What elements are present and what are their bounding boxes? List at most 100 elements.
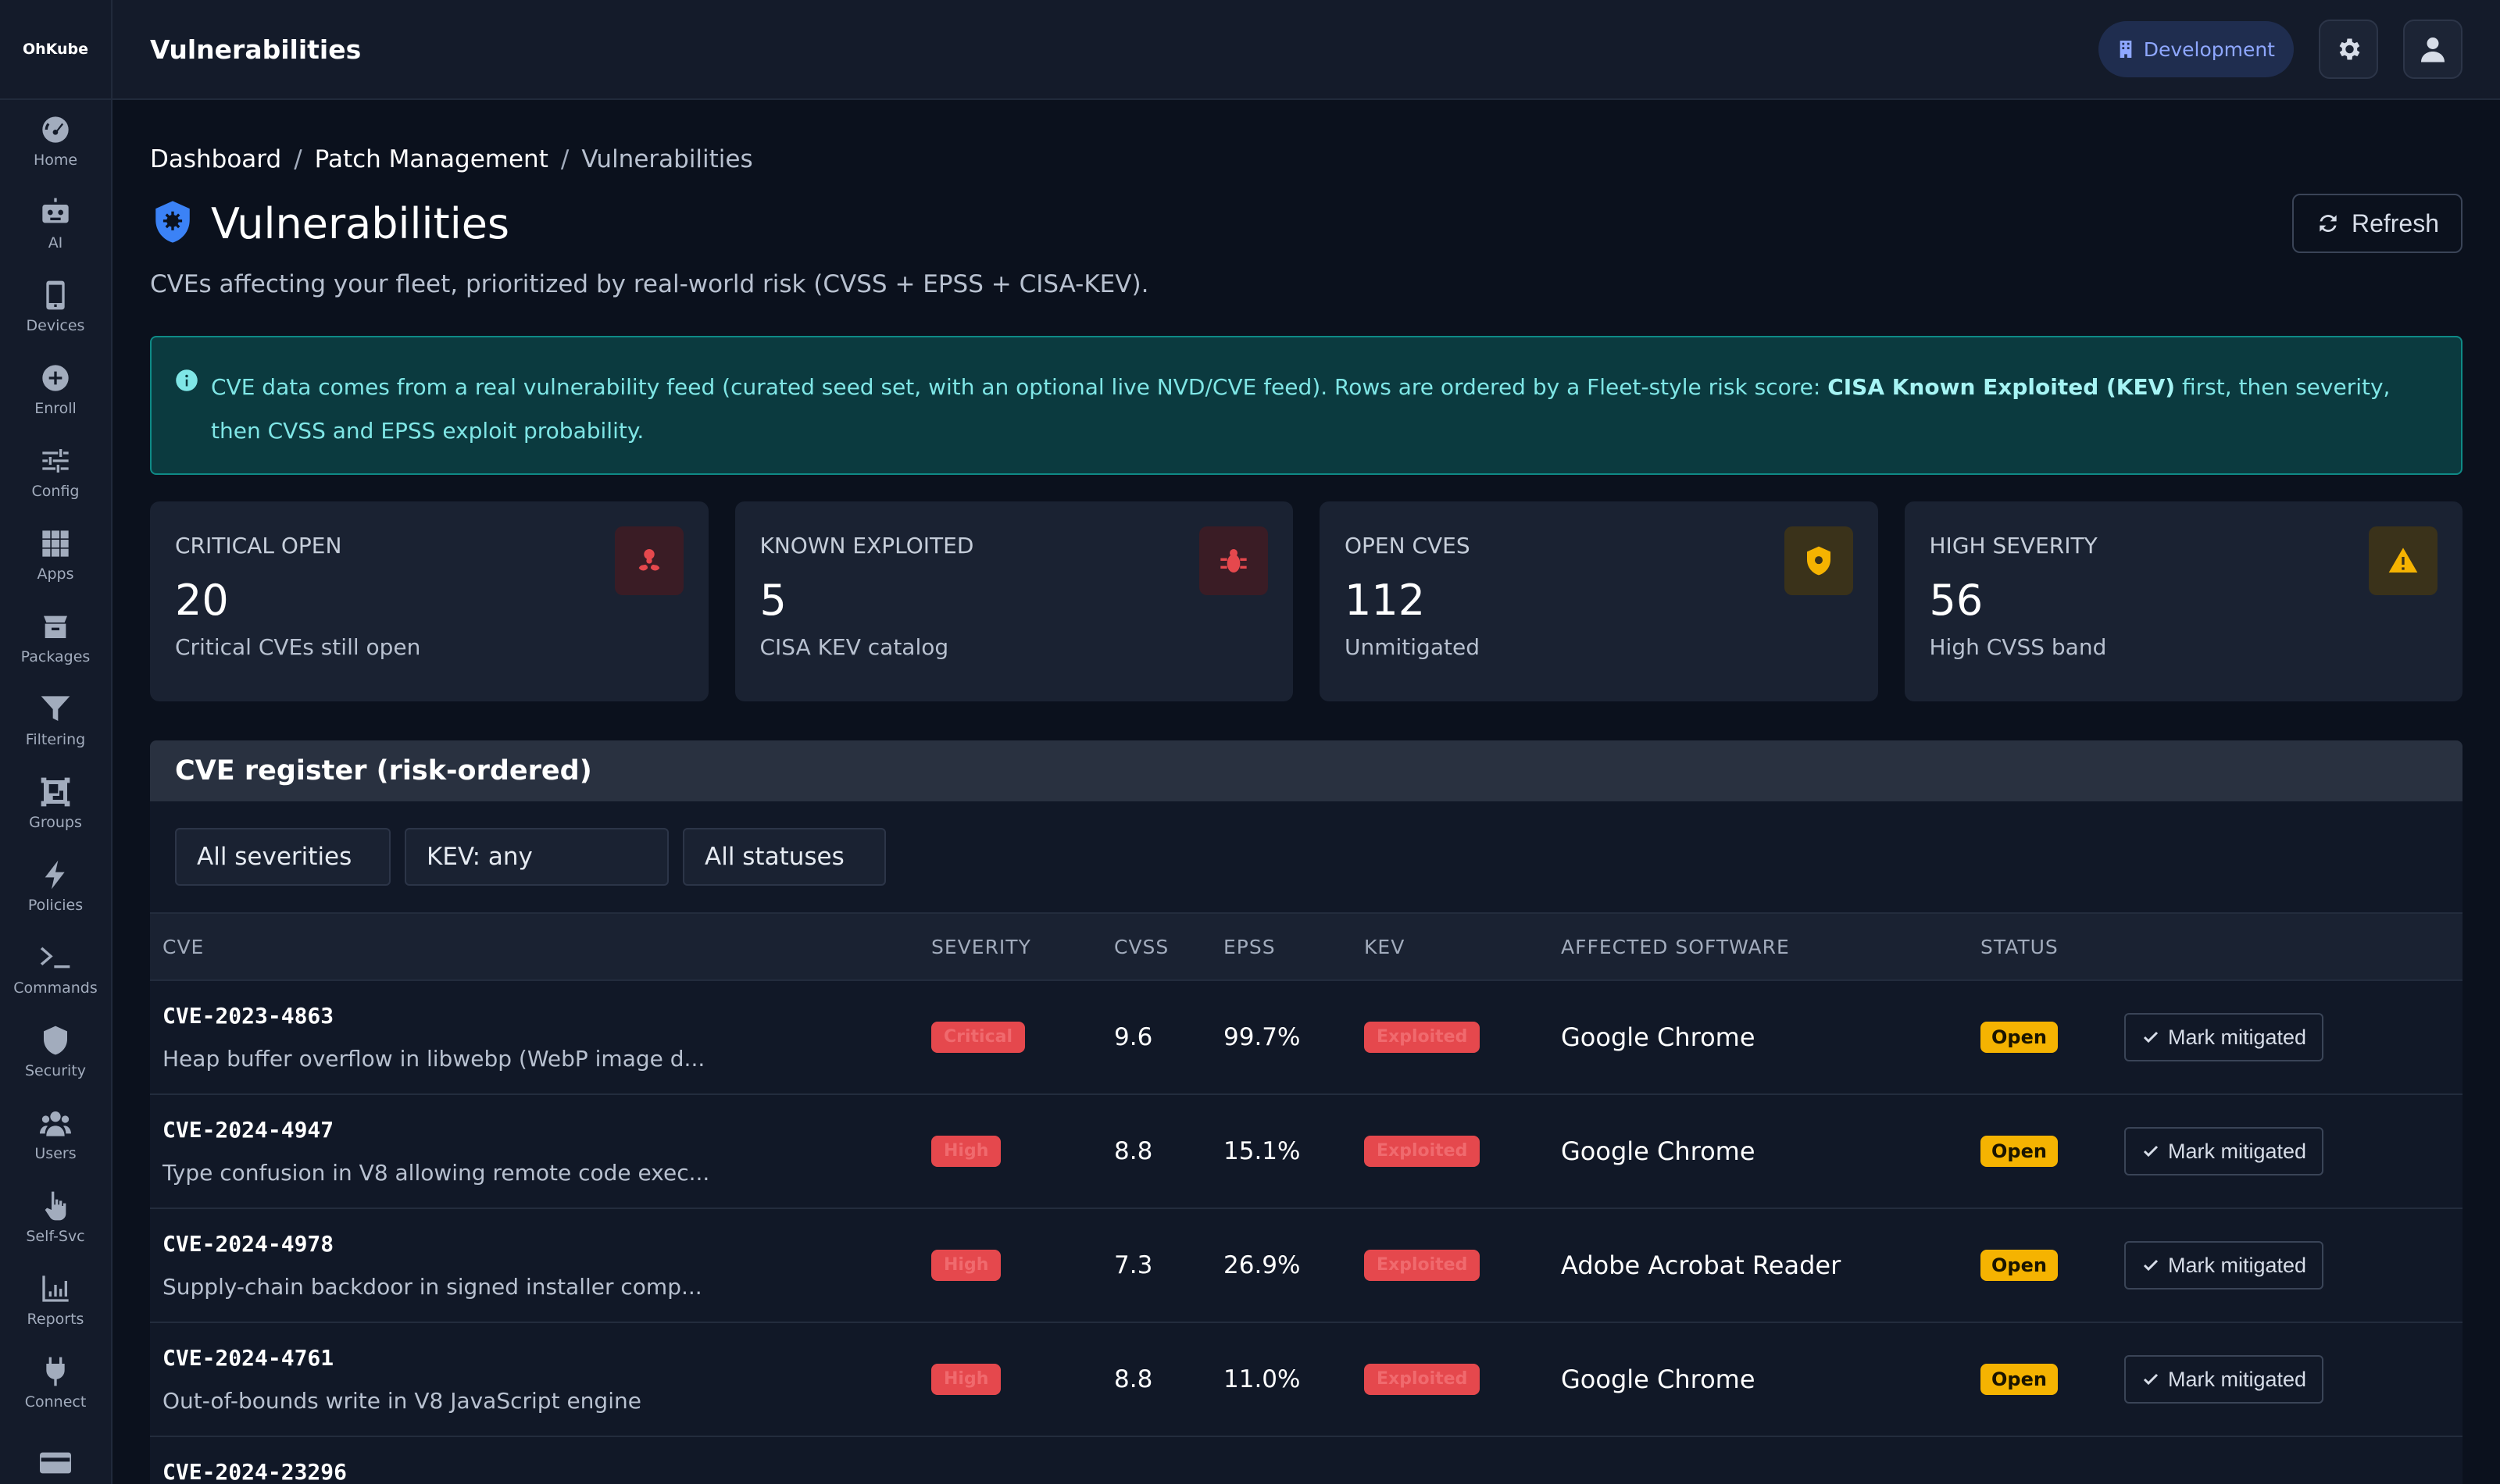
mark-mitigated-button[interactable]: Mark mitigated — [2124, 1241, 2324, 1290]
cvss-score: 8.8 — [1114, 1365, 1153, 1393]
column-header-epss[interactable]: EPSS — [1223, 936, 1364, 958]
affected-software: Adobe Acrobat Reader — [1561, 1250, 1841, 1280]
page-title: Vulnerabilities — [211, 198, 510, 248]
sidebar-item-config[interactable]: Config — [0, 431, 111, 514]
sidebar-item-more[interactable] — [0, 1425, 111, 1484]
sidebar-item-groups[interactable]: Groups — [0, 762, 111, 845]
chart-icon — [42, 1275, 69, 1302]
cve-id[interactable]: CVE-2024-4947 — [162, 1117, 931, 1143]
cve-description: Out-of-bounds write in V8 JavaScript eng… — [162, 1388, 641, 1414]
breadcrumb-dashboard[interactable]: Dashboard — [150, 145, 281, 173]
severity-filter[interactable]: All severities — [175, 828, 391, 886]
sidebar-item-reports[interactable]: Reports — [0, 1259, 111, 1342]
info-alert: CVE data comes from a real vulnerability… — [150, 336, 2462, 475]
sidebar-item-connect[interactable]: Connect — [0, 1342, 111, 1425]
severity-cell: Critical — [931, 1022, 1114, 1053]
action-cell: Mark mitigated — [2124, 1241, 2462, 1290]
environment-pill[interactable]: Development — [2098, 21, 2294, 77]
shield-virus-icon — [1784, 526, 1853, 595]
sidebar-item-commands[interactable]: Commands — [0, 928, 111, 1011]
cvss-score: 7.3 — [1114, 1251, 1153, 1279]
check-icon — [2143, 1145, 2159, 1158]
title-row: Vulnerabilities Refresh — [150, 194, 2462, 253]
column-header-cve[interactable]: CVE — [150, 936, 931, 958]
card-icon — [40, 1452, 71, 1474]
sidebar-item-users[interactable]: Users — [0, 1093, 111, 1176]
sidebar-item-devices[interactable]: Devices — [0, 266, 111, 348]
cve-id[interactable]: CVE-2024-4978 — [162, 1231, 931, 1257]
status-badge: Open — [1980, 1136, 2058, 1167]
sidebar-item-security[interactable]: Security — [0, 1011, 111, 1093]
info-icon — [176, 369, 198, 391]
mark-mitigated-button[interactable]: Mark mitigated — [2124, 1127, 2324, 1175]
sidebar-item-enroll[interactable]: Enroll — [0, 348, 111, 431]
warning-icon — [2369, 526, 2438, 595]
affected-software: Google Chrome — [1561, 1364, 1755, 1394]
settings-button[interactable] — [2319, 20, 2378, 79]
gear-icon — [2339, 38, 2360, 60]
status-cell: Open — [1980, 1022, 2124, 1053]
cve-id[interactable]: CVE-2023-4863 — [162, 1003, 931, 1029]
column-header-cvss[interactable]: CVSS — [1114, 936, 1223, 958]
box-icon — [44, 615, 67, 638]
kev-cell: Exploited — [1364, 1022, 1561, 1053]
mark-mitigated-button[interactable]: Mark mitigated — [2124, 1355, 2324, 1404]
sidebar-item-self-svc[interactable]: Self-Svc — [0, 1176, 111, 1259]
cve-cell: CVE-2024-23296 — [150, 1459, 931, 1484]
kev-cell: Exploited — [1364, 1250, 1561, 1281]
breadcrumb-patch-management[interactable]: Patch Management — [315, 145, 548, 173]
user-menu-button[interactable] — [2403, 20, 2462, 79]
stat-cards: CRITICAL OPEN 20 Critical CVEs still ope… — [150, 501, 2462, 701]
column-header-kev[interactable]: KEV — [1364, 936, 1561, 958]
status-badge: Open — [1980, 1250, 2058, 1281]
severity-cell: High — [931, 1136, 1114, 1167]
cve-id[interactable]: CVE-2024-4761 — [162, 1345, 931, 1371]
register-title: CVE register (risk-ordered) — [150, 740, 2462, 801]
sidebar-item-label: Apps — [37, 565, 74, 583]
check-icon — [2143, 1259, 2159, 1272]
column-header-status[interactable]: STATUS — [1980, 936, 2124, 958]
table-row: CVE-2024-4978 Supply-chain backdoor in si… — [150, 1209, 2462, 1323]
sidebar-item-policies[interactable]: Policies — [0, 845, 111, 928]
sidebar-item-home[interactable]: Home — [0, 100, 111, 183]
stat-label: KNOWN EXPLOITED — [759, 533, 974, 558]
severity-badge: Critical — [931, 1022, 1026, 1053]
affected-software: Google Chrome — [1561, 1022, 1755, 1052]
plug-icon — [46, 1357, 65, 1386]
column-header-affected-software[interactable]: AFFECTED SOFTWARE — [1561, 936, 1980, 958]
sidebar-item-ai[interactable]: AI — [0, 183, 111, 266]
sidebar-item-apps[interactable]: Apps — [0, 514, 111, 597]
sidebar-item-filtering[interactable]: Filtering — [0, 680, 111, 762]
stat-label: OPEN CVES — [1345, 533, 1470, 558]
robot-icon — [42, 198, 69, 223]
sidebar-item-label: Devices — [26, 317, 85, 334]
status-badge: Open — [1980, 1022, 2058, 1053]
sliders-icon — [42, 449, 69, 473]
kev-badge: Exploited — [1364, 1136, 1480, 1167]
kev-cell: Exploited — [1364, 1364, 1561, 1395]
cve-id[interactable]: CVE-2024-23296 — [162, 1459, 931, 1484]
sidebar-item-label: Home — [33, 152, 78, 169]
kev-filter[interactable]: KEV: any — [405, 828, 669, 886]
status-filter[interactable]: All statuses — [683, 828, 886, 886]
mark-mitigated-button[interactable]: Mark mitigated — [2124, 1013, 2324, 1061]
alert-text-bold: CISA Known Exploited (KEV) — [1827, 374, 2176, 400]
cvss-score: 8.8 — [1114, 1137, 1153, 1165]
hand-pointer-icon — [45, 1191, 66, 1221]
sidebar-item-packages[interactable]: Packages — [0, 597, 111, 680]
sidebar-item-label: Users — [34, 1145, 77, 1162]
kev-badge: Exploited — [1364, 1250, 1480, 1281]
table-header: CVE SEVERITY CVSS EPSS KEV AFFECTED SOFT… — [150, 912, 2462, 981]
refresh-button[interactable]: Refresh — [2291, 194, 2462, 253]
sidebar-item-label: Config — [31, 483, 80, 500]
object-group-icon — [41, 777, 70, 807]
epss-score: 11.0% — [1223, 1365, 1301, 1393]
severity-cell: High — [931, 1364, 1114, 1395]
brand-logo[interactable]: OhKube — [0, 0, 111, 100]
action-cell: Mark mitigated — [2124, 1355, 2462, 1404]
severity-cell: High — [931, 1250, 1114, 1281]
biohazard-icon — [614, 526, 684, 595]
cve-description: Supply-chain backdoor in signed installe… — [162, 1274, 702, 1300]
column-header-severity[interactable]: SEVERITY — [931, 936, 1114, 958]
stat-card-open-cves: OPEN CVES 112 Unmitigated — [1320, 501, 1878, 701]
